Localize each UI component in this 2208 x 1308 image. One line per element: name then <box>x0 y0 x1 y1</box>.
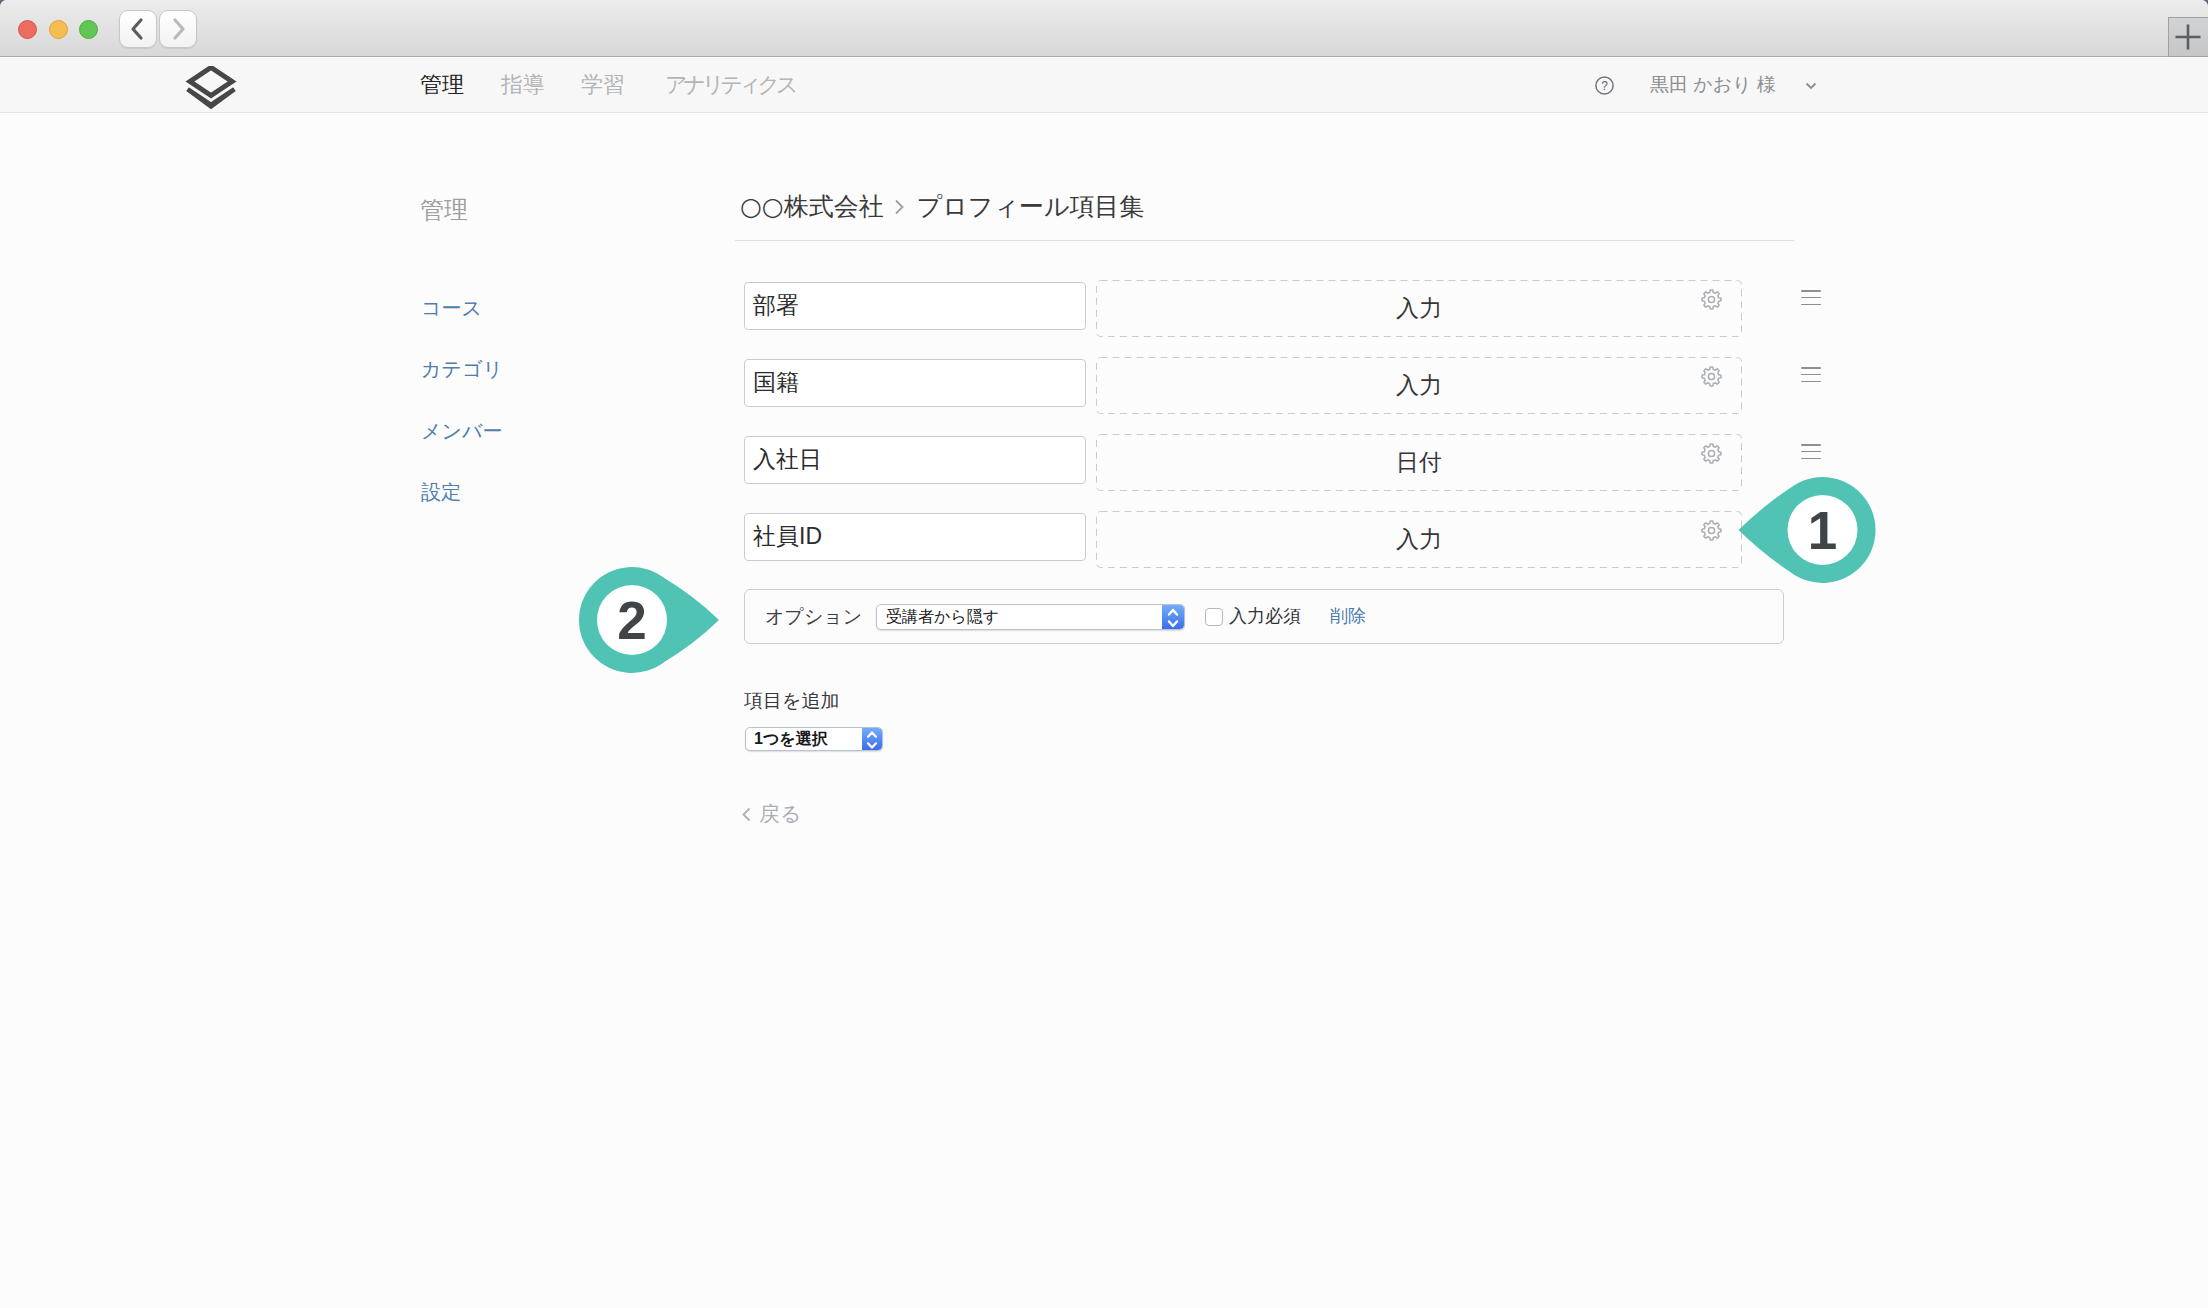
add-item-label: 項目を追加 <box>744 688 839 714</box>
dashed-border <box>1096 357 1742 414</box>
add-item-select[interactable]: 1つを選択 <box>745 727 883 751</box>
minimize-window-button[interactable] <box>49 20 68 39</box>
drag-handle-icon[interactable] <box>1801 444 1822 460</box>
drag-handle-icon[interactable] <box>1801 367 1822 383</box>
back-link-label: 戻る <box>759 800 802 828</box>
tab-teaching[interactable]: 指導 <box>501 58 545 112</box>
sidebar-item-settings[interactable]: 設定 <box>421 479 461 506</box>
field-name-input[interactable]: 部署 <box>744 282 1086 330</box>
annotation-balloon-2: 2 <box>577 564 725 676</box>
tab-admin[interactable]: 管理 <box>420 58 464 112</box>
delete-link[interactable]: 削除 <box>1330 590 1366 643</box>
drag-handle-icon[interactable] <box>1801 290 1822 306</box>
help-icon[interactable]: ? <box>1595 76 1614 95</box>
field-type-dropzone[interactable]: 入力 <box>1096 280 1742 337</box>
options-panel: オプション 受講者から隠す 入力必須 削除 <box>744 589 1784 644</box>
app-header: 管理 指導 学習 アナリティクス ? 黒田 かおり 様 <box>0 58 2208 113</box>
options-label: オプション <box>765 590 862 643</box>
app-logo-layers-icon[interactable] <box>185 66 237 110</box>
annotation-number: 1 <box>1808 501 1837 560</box>
browser-window: 管理 指導 学習 アナリティクス ? 黒田 かおり 様 管理 コース カテゴリ … <box>0 0 2208 1308</box>
field-settings-gear-icon[interactable] <box>1701 443 1722 464</box>
divider <box>735 240 1794 241</box>
plus-icon <box>2174 23 2202 51</box>
dashed-border <box>1096 511 1742 568</box>
chevron-left-icon <box>742 807 751 822</box>
field-name-input[interactable]: 国籍 <box>744 359 1086 407</box>
user-menu[interactable]: 黒田 かおり 様 <box>1650 58 1776 112</box>
breadcrumb: ○○株式会社 プロフィール項目集 <box>740 193 1145 219</box>
select-stepper-icon <box>862 728 882 750</box>
new-tab-button[interactable] <box>2168 17 2208 57</box>
field-type-dropzone[interactable]: 入力 <box>1096 357 1742 414</box>
field-name-input[interactable]: 社員ID <box>744 513 1086 561</box>
dashed-border <box>1096 434 1742 491</box>
breadcrumb-separator-icon <box>894 199 904 215</box>
back-link[interactable]: 戻る <box>742 802 802 826</box>
forward-chevron-icon <box>160 11 196 47</box>
tab-analytics[interactable]: アナリティクス <box>665 58 795 112</box>
sidebar-title: 管理 <box>420 194 468 226</box>
tab-learning[interactable]: 学習 <box>581 58 625 112</box>
sidebar-item-categories[interactable]: カテゴリ <box>421 356 503 383</box>
breadcrumb-company[interactable]: ○○株式会社 <box>740 190 884 223</box>
breadcrumb-page: プロフィール項目集 <box>917 190 1145 223</box>
browser-forward-button[interactable] <box>159 10 197 48</box>
browser-titlebar <box>0 0 2208 57</box>
field-settings-gear-icon[interactable] <box>1701 289 1722 310</box>
annotation-number: 2 <box>617 591 646 650</box>
options-select[interactable]: 受講者から隠す <box>876 604 1185 630</box>
back-chevron-icon <box>120 11 156 47</box>
browser-back-button[interactable] <box>119 10 157 48</box>
close-window-button[interactable] <box>18 20 37 39</box>
dashed-border <box>1096 280 1742 337</box>
select-stepper-icon <box>1162 605 1184 629</box>
zoom-window-button[interactable] <box>79 20 98 39</box>
chevron-down-icon <box>1805 82 1817 90</box>
field-settings-gear-icon[interactable] <box>1701 366 1722 387</box>
svg-text:?: ? <box>1601 79 1608 93</box>
field-type-dropzone[interactable]: 日付 <box>1096 434 1742 491</box>
sidebar-item-members[interactable]: メンバー <box>421 418 502 445</box>
required-checkbox[interactable] <box>1205 608 1223 626</box>
sidebar-item-courses[interactable]: コース <box>421 295 482 322</box>
field-name-input[interactable]: 入社日 <box>744 436 1086 484</box>
annotation-balloon-1: 1 <box>1736 475 1878 585</box>
field-type-dropzone[interactable]: 入力 <box>1096 511 1742 568</box>
required-checkbox-label[interactable]: 入力必須 <box>1229 590 1301 643</box>
field-settings-gear-icon[interactable] <box>1701 520 1722 541</box>
